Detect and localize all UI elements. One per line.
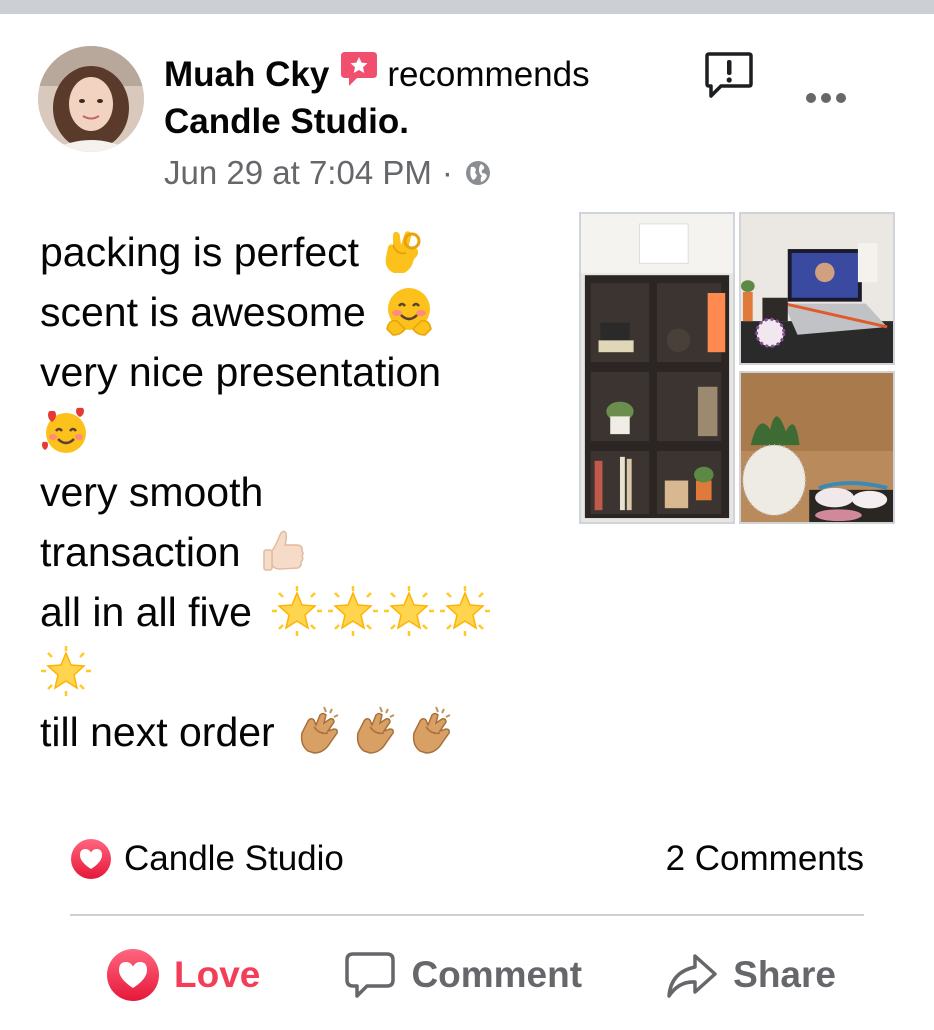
reactions-summary: Candle Studio 2 Comments: [70, 836, 864, 882]
page-link-line: Candle Studio.: [164, 102, 409, 142]
author-avatar[interactable]: [38, 46, 144, 152]
post-timestamp[interactable]: Jun 29 at 7:04 PM: [164, 154, 432, 192]
post-photo-shelf[interactable]: [579, 212, 735, 524]
comment-label: Comment: [411, 954, 583, 995]
glowing-star-icon: [40, 645, 92, 697]
reaction-label: Candle Studio: [124, 839, 344, 878]
star-rating-row: [271, 585, 491, 637]
share-arrow-icon: [667, 954, 717, 998]
clapping-hands-icon: [350, 705, 402, 757]
action-divider: [70, 914, 864, 916]
post-photo-plant-candle[interactable]: [739, 371, 895, 524]
glowing-star-icon: [271, 585, 323, 637]
post-line-3: very nice presentation: [40, 342, 560, 402]
post-line-text: transaction: [40, 529, 241, 575]
page-suffix: .: [399, 102, 410, 141]
glowing-star-icon: [439, 585, 491, 637]
top-strip: [0, 0, 934, 14]
post-line-2: scent is awesome: [40, 282, 560, 342]
reactions-left[interactable]: Candle Studio: [70, 838, 344, 880]
recommends-text: recommends: [387, 55, 590, 94]
post-line-text: till next order: [40, 709, 275, 755]
ok-hand-icon: [376, 225, 428, 277]
post-body: packing is perfect scent is awesome very…: [40, 222, 560, 762]
post-line-text: very nice presentation: [40, 349, 442, 395]
clapping-hands-icon: [294, 705, 346, 757]
share-label: Share: [733, 954, 836, 995]
post-line-8: [40, 642, 560, 702]
globe-icon: [463, 158, 493, 188]
post-line-text: all in all five: [40, 589, 252, 635]
hugging-face-icon: [383, 285, 435, 337]
post-line-7: all in all five: [40, 582, 560, 642]
clapping-hands-icon: [406, 705, 458, 757]
post-line-4: [40, 402, 560, 462]
comments-count-link[interactable]: 2 Comments: [666, 839, 864, 879]
love-button[interactable]: Love: [106, 948, 260, 1002]
love-button-icon: [107, 949, 159, 1001]
report-icon[interactable]: [704, 50, 754, 100]
post-line-1: packing is perfect: [40, 222, 560, 282]
post-meta: Jun 29 at 7:04 PM ·: [164, 154, 493, 192]
post-actions-bar: Love Comment Share: [70, 944, 864, 1006]
post-line-text: packing is perfect: [40, 229, 360, 275]
meta-separator: ·: [441, 154, 453, 191]
share-button[interactable]: Share: [665, 948, 836, 1002]
post-photo-laptop[interactable]: [739, 212, 895, 365]
comment-icon: [345, 952, 396, 998]
glowing-star-icon: [327, 585, 379, 637]
post-line-text: very smooth: [40, 469, 264, 515]
smiling-face-with-hearts-icon: [40, 405, 92, 457]
love-label: Love: [174, 954, 261, 995]
thumbs-up-icon: [258, 525, 310, 577]
author-name[interactable]: Muah Cky: [164, 55, 329, 95]
comment-button[interactable]: Comment: [343, 948, 582, 1002]
post-line-6: transaction: [40, 522, 560, 582]
more-options-icon[interactable]: [804, 88, 848, 108]
post-line-5: very smooth: [40, 462, 560, 522]
clapping-row: [294, 705, 458, 757]
post-header: Muah Cky recommends: [164, 52, 590, 98]
page-name-link[interactable]: Candle Studio: [164, 102, 399, 141]
recommend-badge-icon: [339, 50, 379, 88]
post-line-9: till next order: [40, 702, 560, 762]
glowing-star-icon: [383, 585, 435, 637]
post-line-text: scent is awesome: [40, 289, 366, 335]
love-reaction-icon: [70, 838, 112, 880]
